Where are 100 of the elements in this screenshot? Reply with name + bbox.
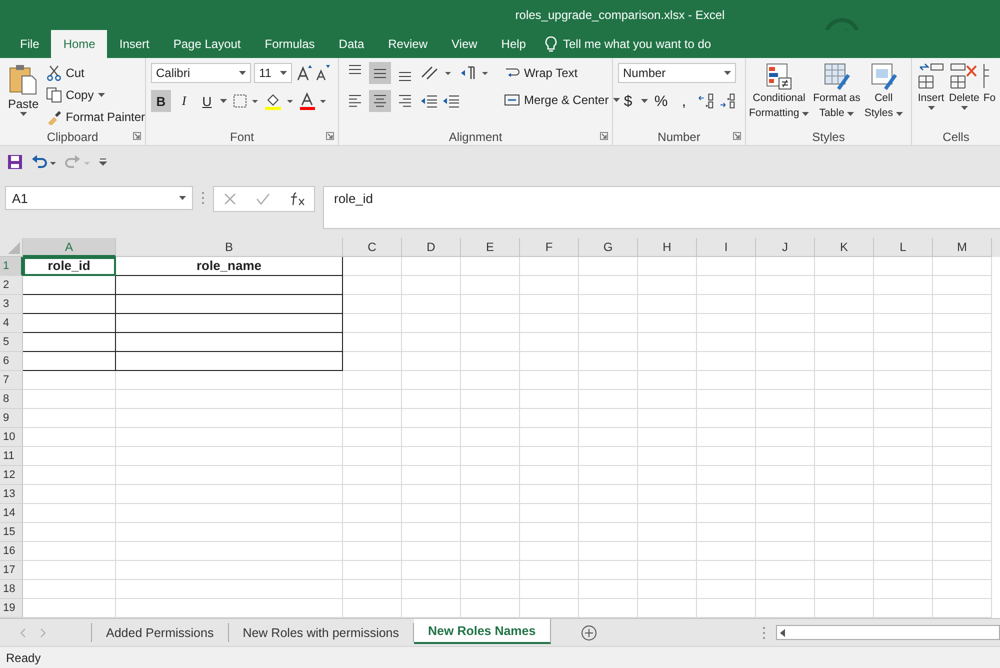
undo-icon[interactable] [31, 154, 57, 170]
column-header[interactable]: L [874, 238, 933, 257]
table-cell[interactable] [116, 352, 343, 371]
column-header[interactable]: F [520, 238, 579, 257]
ribbon-tab[interactable]: Review [376, 30, 440, 58]
horizontal-scrollbar[interactable] [776, 625, 1000, 640]
dialog-launcher-icon[interactable] [326, 132, 334, 140]
format-cells-button[interactable]: Fo [981, 62, 998, 128]
row-header[interactable]: 14 [0, 504, 23, 523]
table-cell[interactable]: role_id [23, 257, 116, 276]
sheet-nav-arrows-icon[interactable] [20, 628, 46, 638]
splitter-handle-icon[interactable] [762, 626, 766, 640]
column-header[interactable]: J [756, 238, 815, 257]
row-header[interactable]: 15 [0, 523, 23, 542]
add-sheet-icon[interactable] [580, 624, 597, 640]
ribbon-tab[interactable]: Formulas [252, 30, 327, 58]
check-icon[interactable] [254, 191, 271, 207]
delete-cells-button[interactable]: Delete [947, 62, 982, 128]
copy-button[interactable]: Copy [44, 84, 148, 105]
number-format-dropdown[interactable]: Number [618, 63, 736, 83]
row-header[interactable]: 19 [0, 599, 23, 618]
format-painter-button[interactable]: Format Painter [44, 106, 148, 127]
table-cell[interactable] [23, 295, 116, 314]
scroll-left-icon[interactable] [780, 628, 785, 636]
ribbon-tab[interactable]: Insert [107, 30, 162, 58]
row-header[interactable]: 11 [0, 447, 23, 466]
name-box[interactable]: A1 [5, 186, 193, 210]
ribbon-tab[interactable]: Data [326, 30, 376, 58]
ribbon-tab[interactable]: Help [489, 30, 538, 58]
row-header[interactable]: 8 [0, 390, 23, 409]
row-header[interactable]: 12 [0, 466, 23, 485]
paste-button[interactable]: Paste [5, 62, 42, 128]
splitter-handle-icon[interactable] [201, 191, 205, 205]
row-header[interactable]: 13 [0, 485, 23, 504]
ribbon-tab[interactable]: View [440, 30, 490, 58]
row-header[interactable]: 1 [0, 257, 23, 276]
row-header[interactable]: 3 [0, 295, 23, 314]
table-cell[interactable] [116, 295, 343, 314]
comma-style-button[interactable]: , [674, 90, 694, 112]
row-header[interactable]: 16 [0, 542, 23, 561]
row-header[interactable]: 4 [0, 314, 23, 333]
caret-icon [239, 71, 246, 75]
table-cell[interactable] [116, 333, 343, 352]
cut-button[interactable]: Cut [44, 62, 148, 83]
dialog-launcher-icon[interactable] [733, 132, 741, 140]
ribbon-tab[interactable]: File [8, 30, 52, 58]
column-header[interactable]: A [23, 238, 116, 257]
cell-styles-button[interactable]: Cell Styles [862, 62, 905, 128]
column-header[interactable]: M [933, 238, 992, 257]
row-header[interactable]: 7 [0, 371, 23, 390]
table-cell[interactable] [23, 352, 116, 371]
horizontal-align-button[interactable] [369, 90, 391, 112]
row-header[interactable]: 2 [0, 276, 23, 295]
column-header[interactable]: H [638, 238, 697, 257]
table-cell[interactable] [116, 314, 343, 333]
table-cell[interactable]: role_name [116, 257, 343, 276]
column-header[interactable]: B [116, 238, 343, 257]
column-header[interactable]: C [343, 238, 402, 257]
column-header[interactable]: G [579, 238, 638, 257]
table-cell[interactable] [23, 333, 116, 352]
column-header[interactable]: D [402, 238, 461, 257]
dialog-launcher-icon[interactable] [600, 132, 608, 140]
row-header[interactable]: 17 [0, 561, 23, 580]
font-style-toggle[interactable]: I [174, 90, 194, 112]
font-style-toggle[interactable]: B [151, 90, 171, 112]
tell-me-search[interactable]: Tell me what you want to do [538, 30, 712, 58]
group-label: Cells [942, 130, 970, 144]
ribbon-tab[interactable]: Page Layout [161, 30, 253, 58]
table-cell[interactable] [23, 314, 116, 333]
column-header[interactable]: I [697, 238, 756, 257]
row-header[interactable]: 10 [0, 428, 23, 447]
insert-cells-button[interactable]: Insert [915, 62, 947, 128]
font-style-toggle[interactable]: U [197, 90, 217, 112]
dialog-launcher-icon[interactable] [133, 132, 141, 140]
cancel-icon[interactable] [222, 191, 238, 207]
table-cell[interactable] [116, 276, 343, 295]
formula-input[interactable]: role_id [323, 186, 1000, 229]
row-header[interactable]: 5 [0, 333, 23, 352]
font-size-dropdown[interactable]: 11 [254, 63, 292, 83]
column-header[interactable]: K [815, 238, 874, 257]
sheet-tab[interactable]: New Roles Names [414, 619, 551, 644]
row-header[interactable]: 6 [0, 352, 23, 371]
align-icon [398, 95, 412, 107]
table-cell[interactable] [23, 276, 116, 295]
row-header[interactable]: 18 [0, 580, 23, 599]
font-color-icon[interactable] [298, 91, 328, 111]
select-all-icon[interactable] [8, 242, 20, 254]
sheet-tab[interactable]: Added Permissions [92, 623, 229, 642]
vertical-align-button[interactable] [369, 62, 391, 84]
redo-icon[interactable] [65, 154, 91, 170]
font-name-dropdown[interactable]: Calibri [151, 63, 251, 83]
customize-toolbar-icon[interactable] [99, 158, 107, 166]
format-as-table-button[interactable]: Format as Table [811, 62, 862, 128]
conditional-formatting-button[interactable]: Conditional Formatting [747, 62, 812, 128]
row-header[interactable]: 9 [0, 409, 23, 428]
save-icon[interactable] [7, 154, 23, 170]
ribbon-tab[interactable]: Home [51, 30, 108, 58]
column-header[interactable]: E [461, 238, 520, 257]
percent-button[interactable]: % [651, 90, 671, 112]
font-size-adjust-icon[interactable] [295, 63, 333, 83]
